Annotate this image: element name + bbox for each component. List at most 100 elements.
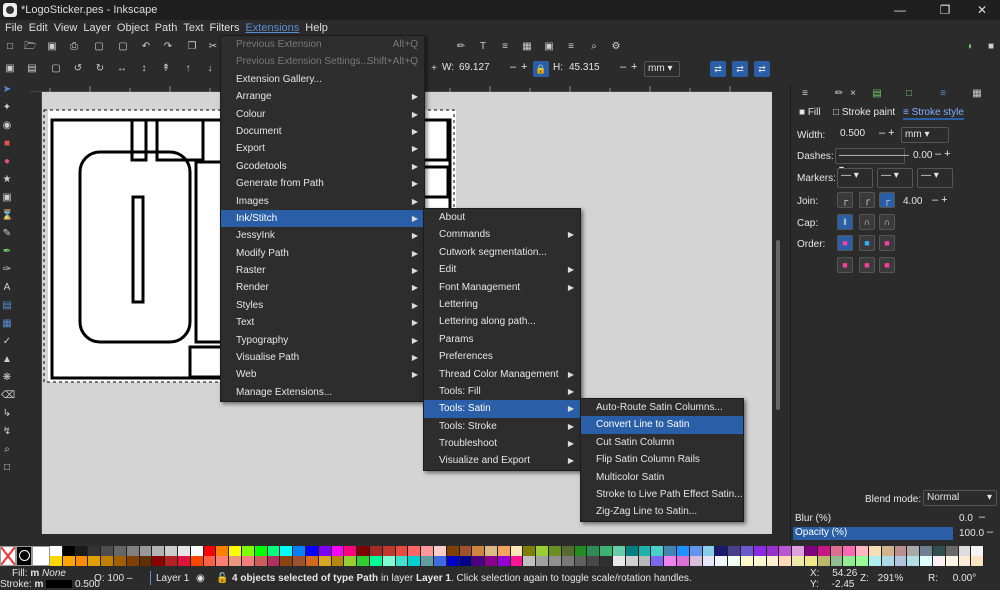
satin-item-flip-satin-column-rails[interactable]: Flip Satin Column Rails — [581, 451, 743, 468]
color-swatch[interactable] — [523, 556, 537, 566]
connector-tool-icon[interactable]: ↳ — [1, 408, 13, 420]
color-swatch[interactable] — [613, 546, 626, 556]
color-swatch[interactable] — [408, 556, 422, 566]
color-swatch[interactable] — [779, 556, 793, 566]
mesh-tool-icon[interactable]: ▦ — [1, 318, 13, 330]
selector-tool-icon[interactable]: ➤ — [1, 84, 13, 96]
scale-stroke-icon[interactable]: ⇄ — [710, 61, 726, 77]
new-document-icon[interactable]: □ — [4, 41, 16, 53]
color-swatch[interactable] — [280, 556, 294, 566]
raise-top-icon[interactable]: ↟ — [160, 63, 172, 75]
panel-close-icon[interactable]: × — [847, 88, 859, 100]
color-swatch[interactable] — [216, 546, 230, 556]
color-swatch[interactable] — [293, 546, 306, 556]
opacity-controls[interactable]: – — [987, 526, 993, 538]
order-stroke-markers-fill-icon[interactable]: ■ — [859, 257, 875, 273]
white-swatch[interactable] — [32, 546, 50, 566]
inkstitch-item-edit[interactable]: Edit ▶ — [424, 261, 580, 278]
color-swatch[interactable] — [587, 556, 601, 566]
menu-view[interactable]: View — [51, 20, 81, 36]
menu-object[interactable]: Object — [114, 20, 152, 36]
lower-icon[interactable]: ↓ — [204, 63, 216, 75]
color-swatch[interactable] — [280, 546, 294, 556]
preferences-icon[interactable]: ⚙ — [610, 41, 622, 53]
text-tool-side-icon[interactable]: A — [1, 282, 13, 294]
ext-item-styles[interactable]: Styles ▶ — [221, 297, 424, 314]
color-swatch[interactable] — [497, 556, 511, 566]
menu-filters[interactable]: Filters — [207, 20, 243, 36]
color-swatch[interactable] — [766, 556, 780, 566]
menu-extensions[interactable]: Extensions — [242, 20, 302, 36]
color-swatch[interactable] — [165, 546, 178, 556]
color-swatch[interactable] — [677, 546, 690, 556]
opacity-status[interactable]: O: 100 – — [94, 573, 132, 584]
color-swatch[interactable] — [817, 546, 831, 556]
color-swatch[interactable] — [203, 556, 217, 566]
color-swatch[interactable] — [792, 546, 806, 556]
order-markers-stroke-fill-icon[interactable]: ■ — [879, 257, 895, 273]
color-swatch[interactable] — [753, 546, 767, 556]
color-swatch[interactable] — [357, 556, 370, 566]
color-swatch[interactable] — [536, 546, 550, 556]
color-swatch[interactable] — [805, 546, 818, 556]
color-swatch[interactable] — [75, 546, 89, 556]
blend-mode-select[interactable]: Normal ▾ — [923, 490, 997, 506]
color-swatch[interactable] — [805, 556, 818, 566]
height-input[interactable]: 45.315 — [566, 61, 620, 77]
color-swatch[interactable] — [536, 556, 550, 566]
color-swatch[interactable] — [433, 556, 447, 566]
dash-offset-controls[interactable]: – + — [935, 148, 951, 160]
dropper-tool-icon[interactable]: ✓ — [1, 336, 13, 348]
color-swatch[interactable] — [856, 556, 869, 566]
w-increment-icon[interactable]: + — [428, 63, 440, 75]
color-swatch[interactable] — [485, 546, 498, 556]
color-swatch[interactable] — [395, 546, 409, 556]
no-paint-swatch[interactable] — [0, 546, 16, 566]
order-stroke-fill-markers-icon[interactable]: ■ — [859, 235, 875, 251]
color-swatch[interactable] — [139, 546, 153, 556]
color-swatch[interactable] — [869, 556, 882, 566]
raise-icon[interactable]: ↑ — [182, 63, 194, 75]
cap-butt-icon[interactable]: ‖ — [837, 214, 853, 230]
color-swatch[interactable] — [741, 546, 754, 556]
ext-item-extension-gallery[interactable]: Extension Gallery... — [221, 71, 424, 88]
ext-item-visualise-path[interactable]: Visualise Path ▶ — [221, 349, 424, 366]
color-swatch[interactable] — [305, 546, 319, 556]
zoom-status[interactable]: Z: 291% — [860, 573, 903, 584]
dash-pattern-select[interactable]: ——————— ▾ — [835, 148, 909, 175]
color-swatch[interactable] — [369, 556, 383, 566]
select-all-layers-icon[interactable]: ▤ — [26, 63, 38, 75]
vertical-scrollbar[interactable] — [772, 80, 786, 534]
color-swatch[interactable] — [101, 556, 114, 566]
ext-item-generate-from-path[interactable]: Generate from Path ▶ — [221, 175, 424, 192]
color-swatch[interactable] — [843, 556, 857, 566]
inkstitch-item-preferences[interactable]: Preferences — [424, 348, 580, 365]
color-swatch[interactable] — [50, 556, 63, 566]
color-swatch[interactable] — [523, 546, 537, 556]
color-swatch[interactable] — [843, 546, 857, 556]
cap-round-icon[interactable]: ∩ — [859, 214, 875, 230]
color-swatch[interactable] — [830, 546, 844, 556]
color-swatch[interactable] — [126, 556, 140, 566]
color-swatch[interactable] — [574, 546, 588, 556]
maximize-button[interactable]: ❐ — [925, 0, 965, 20]
copy-icon[interactable]: ❐ — [186, 41, 198, 53]
color-swatch[interactable] — [75, 556, 89, 566]
current-layer[interactable]: Layer 1 — [156, 573, 189, 584]
node-tool-icon[interactable]: ✦ — [1, 102, 13, 114]
color-swatch[interactable] — [177, 556, 191, 566]
inkstitch-item-cutwork-segmentation[interactable]: Cutwork segmentation... — [424, 244, 580, 261]
menu-path[interactable]: Path — [152, 20, 181, 36]
color-swatch[interactable] — [625, 546, 639, 556]
find-icon[interactable]: ⌕ — [588, 41, 600, 53]
inkstitch-item-about[interactable]: About — [424, 209, 580, 226]
color-swatch[interactable] — [587, 546, 601, 556]
color-swatch[interactable] — [485, 556, 498, 566]
color-swatch[interactable] — [113, 546, 127, 556]
color-swatch[interactable] — [869, 546, 882, 556]
print-icon[interactable]: ⎙ — [68, 41, 80, 53]
close-window-button[interactable]: ✕ — [962, 0, 1000, 20]
pencil-tool-icon[interactable]: ✎ — [1, 228, 13, 240]
redo-icon[interactable]: ↷ — [162, 41, 174, 53]
satin-item-zig-zag-line-to-satin[interactable]: Zig-Zag Line to Satin... — [581, 503, 743, 520]
